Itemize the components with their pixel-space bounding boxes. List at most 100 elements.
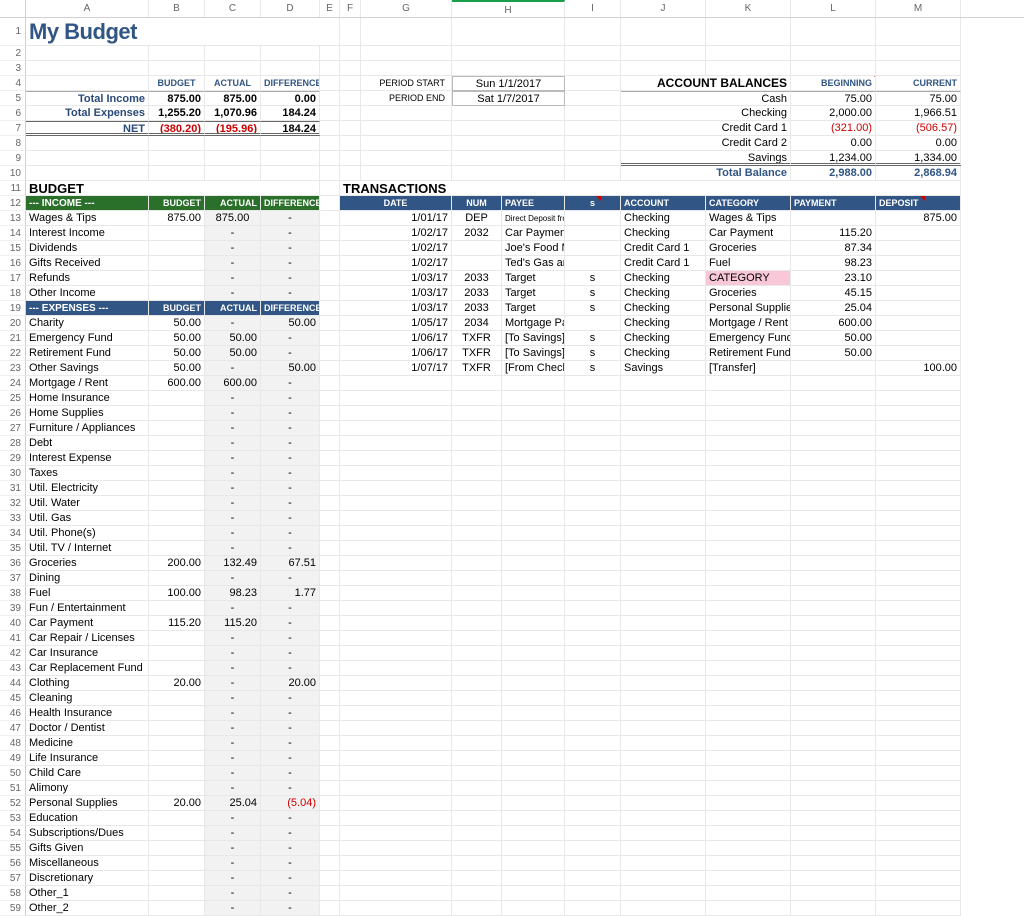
tx-cell[interactable]: [621, 871, 706, 886]
row-header[interactable]: 21: [0, 331, 26, 346]
row-header[interactable]: 46: [0, 706, 26, 721]
expense-budget[interactable]: [149, 781, 205, 796]
cell[interactable]: [791, 18, 876, 46]
expense-actual[interactable]: -: [205, 886, 261, 901]
tx-cell[interactable]: [876, 871, 961, 886]
tx-cell[interactable]: [876, 466, 961, 481]
expense-name[interactable]: Child Care: [26, 766, 149, 781]
row-header[interactable]: 28: [0, 436, 26, 451]
expense-actual[interactable]: -: [205, 751, 261, 766]
tx-cell[interactable]: [621, 781, 706, 796]
tx-cell[interactable]: [565, 841, 621, 856]
tx-payee[interactable]: Direct Deposit from Employer: [502, 211, 565, 226]
cell[interactable]: [320, 811, 340, 826]
income-budget[interactable]: [149, 286, 205, 301]
tx-cell[interactable]: [706, 841, 791, 856]
tx-cell[interactable]: [791, 556, 876, 571]
tx-cell[interactable]: [876, 616, 961, 631]
row-header[interactable]: 39: [0, 601, 26, 616]
tx-cell[interactable]: [502, 496, 565, 511]
cell[interactable]: [261, 136, 320, 151]
tx-cell[interactable]: [565, 436, 621, 451]
tx-cell[interactable]: [706, 481, 791, 496]
tx-account[interactable]: Checking: [621, 331, 706, 346]
cell[interactable]: [149, 166, 205, 181]
expense-actual[interactable]: 50.00: [205, 346, 261, 361]
tx-cell[interactable]: [621, 646, 706, 661]
cell[interactable]: [149, 46, 205, 61]
cell[interactable]: [149, 136, 205, 151]
tx-cell[interactable]: [706, 601, 791, 616]
expense-actual[interactable]: -: [205, 451, 261, 466]
expense-diff[interactable]: 50.00: [261, 361, 320, 376]
cell[interactable]: [320, 106, 340, 121]
tx-account[interactable]: Checking: [621, 346, 706, 361]
expense-name[interactable]: Util. TV / Internet: [26, 541, 149, 556]
tx-cell[interactable]: [502, 796, 565, 811]
tx-cell[interactable]: [340, 841, 452, 856]
expense-actual[interactable]: 600.00: [205, 376, 261, 391]
tx-cell[interactable]: [502, 376, 565, 391]
tx-category[interactable]: Fuel: [706, 256, 791, 271]
cell[interactable]: [452, 18, 565, 46]
tx-cell[interactable]: [621, 796, 706, 811]
tx-cell[interactable]: [565, 496, 621, 511]
tx-cell[interactable]: [502, 511, 565, 526]
tx-deposit[interactable]: [876, 346, 961, 361]
tx-cell[interactable]: [565, 871, 621, 886]
tx-split[interactable]: s: [565, 301, 621, 316]
tx-category[interactable]: Groceries: [706, 286, 791, 301]
expense-budget[interactable]: 115.20: [149, 616, 205, 631]
tx-cell[interactable]: [876, 766, 961, 781]
expense-diff[interactable]: -: [261, 406, 320, 421]
tx-num[interactable]: DEP: [452, 211, 502, 226]
tx-cell[interactable]: [621, 811, 706, 826]
col-header-F[interactable]: F: [340, 0, 361, 17]
expense-name[interactable]: Util. Water: [26, 496, 149, 511]
row-header[interactable]: 30: [0, 466, 26, 481]
expense-budget[interactable]: 200.00: [149, 556, 205, 571]
tx-cell[interactable]: [452, 721, 502, 736]
tx-cell[interactable]: [876, 601, 961, 616]
expense-name[interactable]: Other_2: [26, 901, 149, 916]
tx-payment[interactable]: 23.10: [791, 271, 876, 286]
expense-diff[interactable]: -: [261, 616, 320, 631]
tx-cell[interactable]: [706, 451, 791, 466]
tx-date[interactable]: 1/06/17: [340, 346, 452, 361]
tx-payment[interactable]: 45.15: [791, 286, 876, 301]
cell[interactable]: [706, 46, 791, 61]
expense-budget[interactable]: [149, 841, 205, 856]
tx-cell[interactable]: [452, 871, 502, 886]
income-diff[interactable]: -: [261, 241, 320, 256]
expense-diff[interactable]: -: [261, 901, 320, 916]
tx-cell[interactable]: [452, 376, 502, 391]
cell[interactable]: [320, 76, 340, 91]
tx-deposit[interactable]: [876, 301, 961, 316]
cell[interactable]: [261, 61, 320, 76]
cell[interactable]: [320, 181, 340, 196]
row-header[interactable]: 34: [0, 526, 26, 541]
tx-cell[interactable]: [502, 691, 565, 706]
expense-actual[interactable]: -: [205, 421, 261, 436]
cell[interactable]: [320, 376, 340, 391]
tx-cell[interactable]: [502, 646, 565, 661]
expense-budget[interactable]: [149, 871, 205, 886]
expense-name[interactable]: Dining: [26, 571, 149, 586]
tx-cell[interactable]: [621, 556, 706, 571]
tx-num[interactable]: 2032: [452, 226, 502, 241]
tx-account[interactable]: Checking: [621, 301, 706, 316]
tx-payee[interactable]: Target: [502, 286, 565, 301]
expense-diff[interactable]: -: [261, 886, 320, 901]
expense-diff[interactable]: 67.51: [261, 556, 320, 571]
tx-cell[interactable]: [340, 571, 452, 586]
tx-cell[interactable]: [565, 391, 621, 406]
expense-actual[interactable]: -: [205, 901, 261, 916]
tx-cell[interactable]: [876, 901, 961, 916]
tx-date[interactable]: 1/02/17: [340, 256, 452, 271]
tx-cell[interactable]: [706, 496, 791, 511]
tx-cell[interactable]: [452, 571, 502, 586]
tx-cell[interactable]: [340, 781, 452, 796]
tx-cell[interactable]: [340, 706, 452, 721]
tx-date[interactable]: 1/03/17: [340, 271, 452, 286]
expense-diff[interactable]: -: [261, 346, 320, 361]
